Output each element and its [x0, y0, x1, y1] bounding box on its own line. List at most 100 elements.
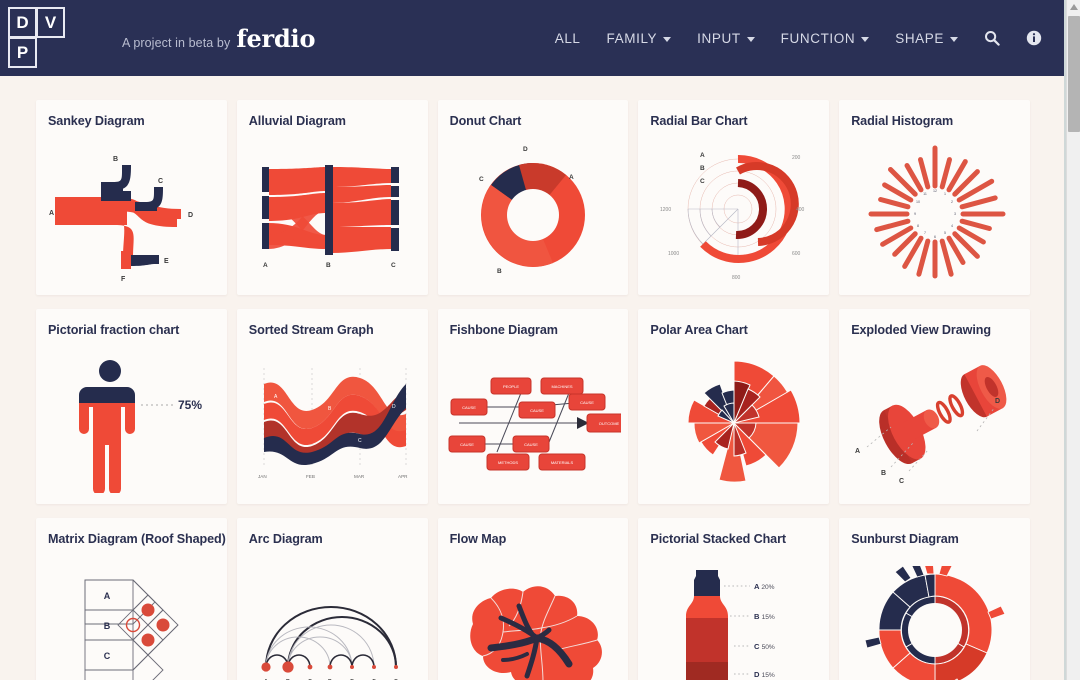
info-icon[interactable]: [1026, 30, 1042, 46]
svg-text:12: 12: [933, 189, 937, 193]
search-icon[interactable]: [984, 30, 1000, 46]
svg-text:A: A: [49, 210, 54, 217]
figure-fishbone-diagram: PEOPLE MACHINES CAUSE CAUSE CAUSE CAUSE …: [438, 345, 629, 500]
card-title: Polar Area Chart: [650, 323, 748, 337]
card-sankey-diagram[interactable]: Sankey Diagram A B C D E F: [36, 100, 227, 295]
svg-text:JAN: JAN: [258, 474, 267, 479]
card-pictorial-fraction-chart[interactable]: Pictorial fraction chart 75%: [36, 309, 227, 504]
figure-arc-diagram: ABC DEF G: [237, 554, 428, 680]
figure-radial-histogram: 12 1 2 345 678 9 10 11: [839, 136, 1030, 291]
card-exploded-view-drawing[interactable]: Exploded View Drawing A B C D: [839, 309, 1030, 504]
svg-text:CAUSE: CAUSE: [530, 408, 544, 413]
svg-text:E: E: [164, 258, 169, 265]
svg-text:D: D: [392, 404, 396, 410]
svg-text:4: 4: [951, 224, 953, 228]
scroll-up-arrow-icon[interactable]: [1067, 0, 1080, 14]
chart-grid: Sankey Diagram A B C D E F Alluvial Diag…: [0, 76, 1066, 680]
svg-text:9: 9: [914, 212, 916, 216]
svg-text:200: 200: [792, 155, 801, 161]
svg-text:C 50%: C 50%: [754, 642, 775, 651]
svg-text:C: C: [391, 262, 396, 269]
logo-letter-v: V: [36, 7, 65, 38]
card-title: Sankey Diagram: [48, 114, 145, 128]
svg-text:B: B: [700, 165, 705, 172]
card-arc-diagram[interactable]: Arc Diagram: [236, 518, 428, 680]
svg-text:FEB: FEB: [306, 474, 315, 479]
svg-text:F: F: [121, 276, 126, 283]
svg-text:B: B: [104, 621, 111, 631]
figure-sankey-diagram: A B C D E F: [36, 136, 227, 291]
svg-text:A: A: [700, 152, 705, 159]
svg-text:OUTCOME: OUTCOME: [599, 421, 620, 426]
svg-text:B 15%: B 15%: [754, 612, 775, 621]
card-title: Sorted Stream Graph: [248, 323, 374, 337]
card-matrix-diagram-roof-shaped[interactable]: Matrix Diagram (Roof Shaped) A B C: [36, 518, 227, 680]
card-title: Donut Chart: [449, 114, 522, 128]
svg-text:2: 2: [951, 200, 953, 204]
figure-radial-bar-chart: A B C 200 400 600 800 1000 1200: [638, 136, 829, 291]
card-donut-chart[interactable]: Donut Chart A B C D: [437, 100, 629, 295]
svg-text:6: 6: [934, 235, 936, 239]
svg-text:8: 8: [917, 224, 919, 228]
nav-item-family[interactable]: FAMILY: [607, 31, 672, 46]
svg-text:10: 10: [916, 200, 920, 204]
card-pictorial-stacked-chart[interactable]: Pictorial Stacked Chart A 20% B 15% C 50…: [638, 518, 830, 680]
svg-text:A: A: [104, 591, 111, 601]
card-sunburst-diagram[interactable]: Sunburst Diagram: [839, 518, 1030, 680]
dvp-logo[interactable]: D V P: [8, 7, 65, 69]
figure-pictorial-stacked-chart: A 20% B 15% C 50% D 15%: [638, 554, 829, 680]
card-title: Radial Bar Chart: [650, 114, 748, 128]
nav-label-shape: SHAPE: [895, 30, 944, 46]
svg-text:METHODS: METHODS: [498, 460, 518, 465]
svg-text:CAUSE: CAUSE: [460, 442, 474, 447]
card-sorted-stream-graph[interactable]: Sorted Stream Graph A B C D JAN FEB MAR …: [236, 309, 428, 504]
chevron-down-icon: [663, 36, 672, 42]
card-radial-bar-chart[interactable]: Radial Bar Chart A B C 200 400 600 800 1…: [638, 100, 830, 295]
svg-text:400: 400: [796, 207, 805, 213]
card-polar-area-chart[interactable]: Polar Area Chart: [638, 309, 830, 504]
card-title: Arc Diagram: [248, 532, 323, 546]
svg-text:CAUSE: CAUSE: [580, 400, 594, 405]
ferdio-brand[interactable]: ferdio: [236, 24, 315, 53]
nav-item-all[interactable]: ALL: [555, 31, 581, 46]
card-radial-histogram[interactable]: Radial Histogram 12 1 2 3 4 5 6 7 8 9 10…: [839, 100, 1030, 295]
svg-text:1: 1: [944, 192, 946, 196]
card-title: Radial Histogram: [851, 114, 954, 128]
chevron-down-icon: [861, 36, 870, 42]
svg-text:MATERIALS: MATERIALS: [551, 460, 574, 465]
nav-item-function[interactable]: FUNCTION: [781, 31, 870, 46]
chevron-down-icon: [950, 36, 958, 42]
main-nav: ALL FAMILY INPUT FUNCTION SHAPE: [555, 30, 1042, 46]
logo-letter-p: P: [8, 37, 37, 68]
tagline: A project in beta by ferdio: [122, 24, 315, 53]
svg-text:MAR: MAR: [354, 474, 365, 479]
svg-text:1000: 1000: [668, 251, 679, 257]
svg-text:3: 3: [954, 212, 956, 216]
svg-text:1200: 1200: [660, 207, 671, 213]
fraction-value: 75%: [178, 398, 202, 412]
svg-text:D: D: [995, 398, 1000, 405]
svg-text:11: 11: [923, 192, 927, 196]
figure-polar-area-chart: [638, 345, 829, 500]
card-alluvial-diagram[interactable]: Alluvial Diagram A B C: [236, 100, 428, 295]
svg-text:A: A: [263, 262, 268, 269]
svg-text:A: A: [569, 174, 574, 181]
svg-text:CAUSE: CAUSE: [524, 442, 538, 447]
svg-text:C: C: [158, 178, 163, 185]
svg-text:APR: APR: [398, 474, 408, 479]
figure-sorted-stream-graph: A B C D JAN FEB MAR APR: [237, 345, 428, 500]
vertical-scrollbar[interactable]: [1066, 0, 1080, 680]
figure-donut-chart: A B C D: [438, 136, 629, 291]
card-flow-map[interactable]: Flow Map: [437, 518, 629, 680]
svg-text:7: 7: [924, 231, 926, 235]
scrollbar-thumb[interactable]: [1068, 16, 1080, 132]
svg-text:C: C: [479, 176, 484, 183]
nav-item-shape[interactable]: SHAPE: [895, 31, 958, 46]
card-fishbone-diagram[interactable]: Fishbone Diagram PEOPLE MACHINES CAUSE C…: [437, 309, 629, 504]
nav-label-family: FAMILY: [606, 30, 658, 46]
chevron-down-icon: [746, 36, 755, 42]
svg-text:800: 800: [732, 275, 741, 281]
nav-label-function: FUNCTION: [780, 30, 856, 46]
nav-item-input[interactable]: INPUT: [697, 31, 755, 46]
svg-text:A 20%: A 20%: [754, 582, 775, 591]
